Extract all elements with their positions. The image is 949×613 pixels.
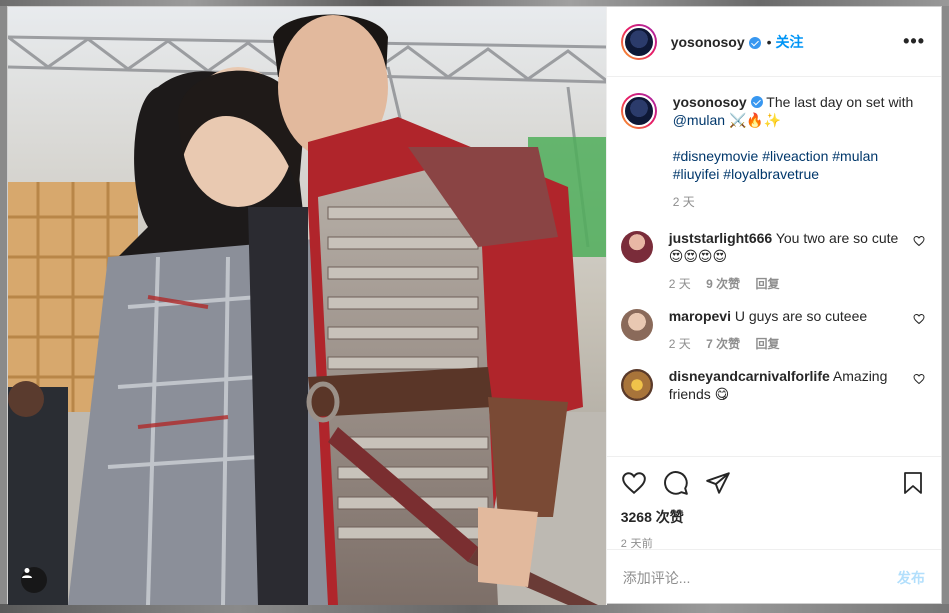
comment-emoji: 😍😍😍😍 <box>668 248 728 264</box>
post-side-panel: yosonosoy • 关注 ••• yosonosoy The last da… <box>605 7 941 605</box>
comment-emoji: 😋 <box>714 386 730 402</box>
action-icons <box>621 469 925 497</box>
caption-avatar[interactable] <box>620 93 657 129</box>
caption-author[interactable]: yosonosoy <box>673 94 747 110</box>
verified-icon <box>750 96 763 108</box>
caption-emoji: ⚔️🔥✨ <box>728 112 782 128</box>
comment-text: You two are so cute <box>775 230 899 246</box>
commenter-avatar[interactable] <box>620 369 653 401</box>
page-background: yosonosoy • 关注 ••• yosonosoy The last da… <box>0 0 949 613</box>
like-count[interactable]: 3268 次赞 <box>621 507 925 527</box>
post-photo[interactable] <box>8 7 606 605</box>
heart-icon[interactable] <box>621 470 647 496</box>
author-username[interactable]: yosonosoy <box>671 34 745 50</box>
author-avatar[interactable] <box>620 23 657 60</box>
caption-time: 2 天 <box>672 195 695 209</box>
post-modal: yosonosoy • 关注 ••• yosonosoy The last da… <box>7 6 942 605</box>
comment-input[interactable] <box>622 569 897 586</box>
comments-list[interactable]: yosonosoy The last day on set with @mula… <box>607 77 941 456</box>
comment-like-heart-icon[interactable] <box>913 373 925 385</box>
commenter-username[interactable]: maropevi <box>669 308 731 324</box>
caption-hashtags[interactable]: #disneymovie #liveaction #mulan #liuyife… <box>673 148 878 182</box>
verified-icon <box>748 36 761 49</box>
comment-item: juststarlight666 You two are so cute 😍😍😍… <box>620 229 925 293</box>
background-strip-bottom <box>0 604 949 613</box>
post-comment-button[interactable]: 发布 <box>897 568 925 588</box>
caption: yosonosoy The last day on set with @mula… <box>620 93 925 211</box>
comment-item: disneyandcarnivalforlife Amazing friends… <box>620 367 925 403</box>
comment-likes[interactable]: 7 次赞 <box>706 337 740 351</box>
caption-text: The last day on set with <box>766 94 914 110</box>
comment-like-heart-icon[interactable] <box>913 235 925 247</box>
comment-icon[interactable] <box>663 470 689 496</box>
commenter-avatar[interactable] <box>620 231 653 263</box>
separator-dot: • <box>766 33 772 50</box>
comment-time: 2 天 <box>668 337 691 351</box>
commenter-username[interactable]: disneyandcarnivalforlife <box>669 368 830 384</box>
comment-time: 2 天 <box>668 277 691 291</box>
share-icon[interactable] <box>705 470 731 496</box>
commenter-username[interactable]: juststarlight666 <box>669 230 772 246</box>
comment-like-heart-icon[interactable] <box>913 313 925 325</box>
reply-button[interactable]: 回复 <box>755 337 779 351</box>
comment-item: maropevi U guys are so cuteee 2 天 7 次赞 回… <box>620 307 925 353</box>
photo-illustration <box>8 7 606 605</box>
user-tag-icon <box>22 568 32 578</box>
commenter-avatar[interactable] <box>620 309 653 341</box>
follow-button[interactable]: 关注 <box>776 32 804 52</box>
comment-likes[interactable]: 9 次赞 <box>706 277 740 291</box>
caption-mention[interactable]: @mulan <box>673 112 725 128</box>
more-icon[interactable]: ••• <box>903 31 925 52</box>
reply-button[interactable]: 回复 <box>755 277 779 291</box>
bookmark-icon[interactable] <box>901 470 925 496</box>
add-comment-bar: 发布 <box>606 549 941 605</box>
post-header: yosonosoy • 关注 ••• <box>606 7 941 77</box>
user-tag-button[interactable] <box>21 567 47 593</box>
post-actions: 3268 次赞 2 天前 <box>606 456 941 550</box>
comment-text: U guys are so cuteee <box>734 308 868 324</box>
